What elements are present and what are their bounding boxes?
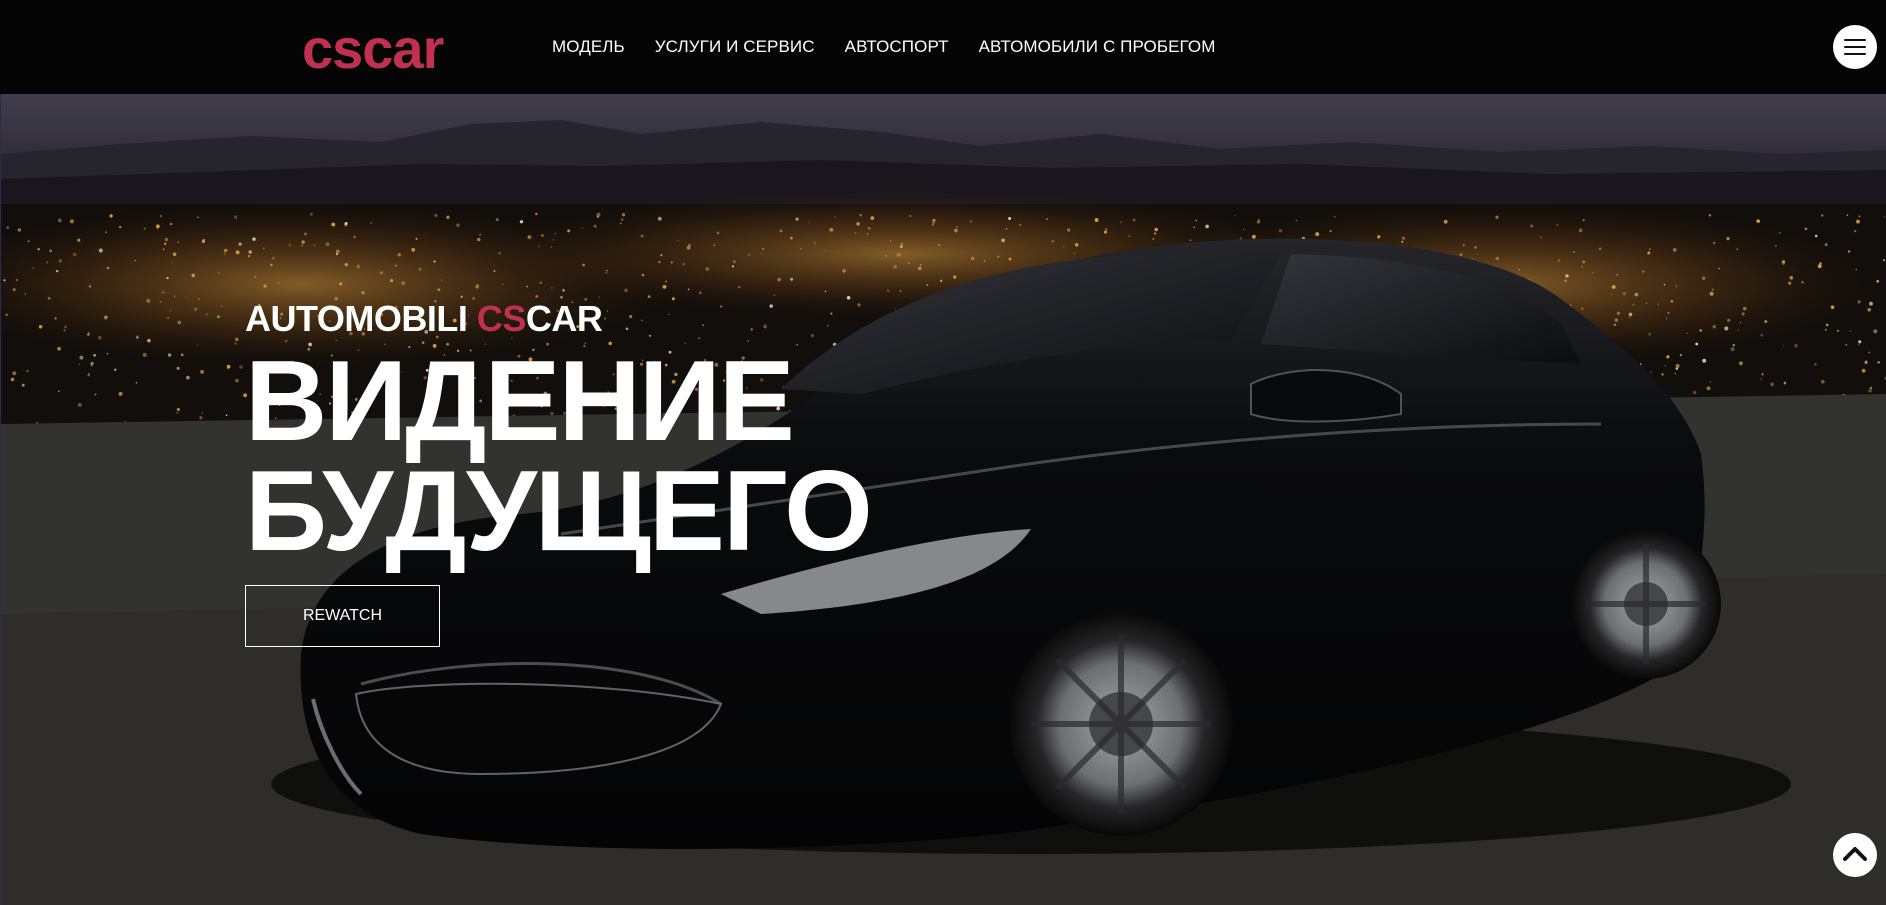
nav-item-services[interactable]: УСЛУГИ И СЕРВИС	[655, 37, 815, 57]
chevron-up-icon	[1843, 847, 1867, 861]
brand-logo[interactable]: cscar	[302, 14, 444, 84]
site-header: cscar МОДЕЛЬ УСЛУГИ И СЕРВИС АВТОСПОРТ А…	[0, 0, 1886, 94]
hero-title-line-2: БУДУЩЕГО	[245, 448, 873, 575]
subtitle-prefix: AUTOMOBILI	[245, 298, 477, 339]
hero-section: AUTOMOBILI CSCAR ВИДЕНИЕ БУДУЩЕГО REWATC…	[0, 94, 1886, 905]
menu-button[interactable]	[1833, 25, 1877, 69]
nav-item-model[interactable]: МОДЕЛЬ	[552, 37, 625, 57]
rewatch-button[interactable]: REWATCH	[245, 585, 440, 647]
nav-item-used-cars[interactable]: АВТОМОБИЛИ С ПРОБЕГОМ	[979, 37, 1216, 57]
subtitle-suffix: CAR	[525, 298, 603, 339]
hero-subtitle: AUTOMOBILI CSCAR	[245, 297, 871, 341]
hero-title-line-1: ВИДЕНИЕ	[245, 338, 795, 465]
page: cscar МОДЕЛЬ УСЛУГИ И СЕРВИС АВТОСПОРТ А…	[0, 0, 1886, 905]
main-nav: МОДЕЛЬ УСЛУГИ И СЕРВИС АВТОСПОРТ АВТОМОБ…	[552, 0, 1216, 94]
hero-title: ВИДЕНИЕ БУДУЩЕГО	[245, 338, 873, 575]
hero-content: AUTOMOBILI CSCAR ВИДЕНИЕ БУДУЩЕГО REWATC…	[245, 297, 873, 647]
nav-item-motorsport[interactable]: АВТОСПОРТ	[845, 37, 949, 57]
scroll-top-button[interactable]	[1833, 833, 1877, 877]
hamburger-menu-icon	[1844, 39, 1866, 55]
subtitle-accent: CS	[476, 298, 527, 339]
